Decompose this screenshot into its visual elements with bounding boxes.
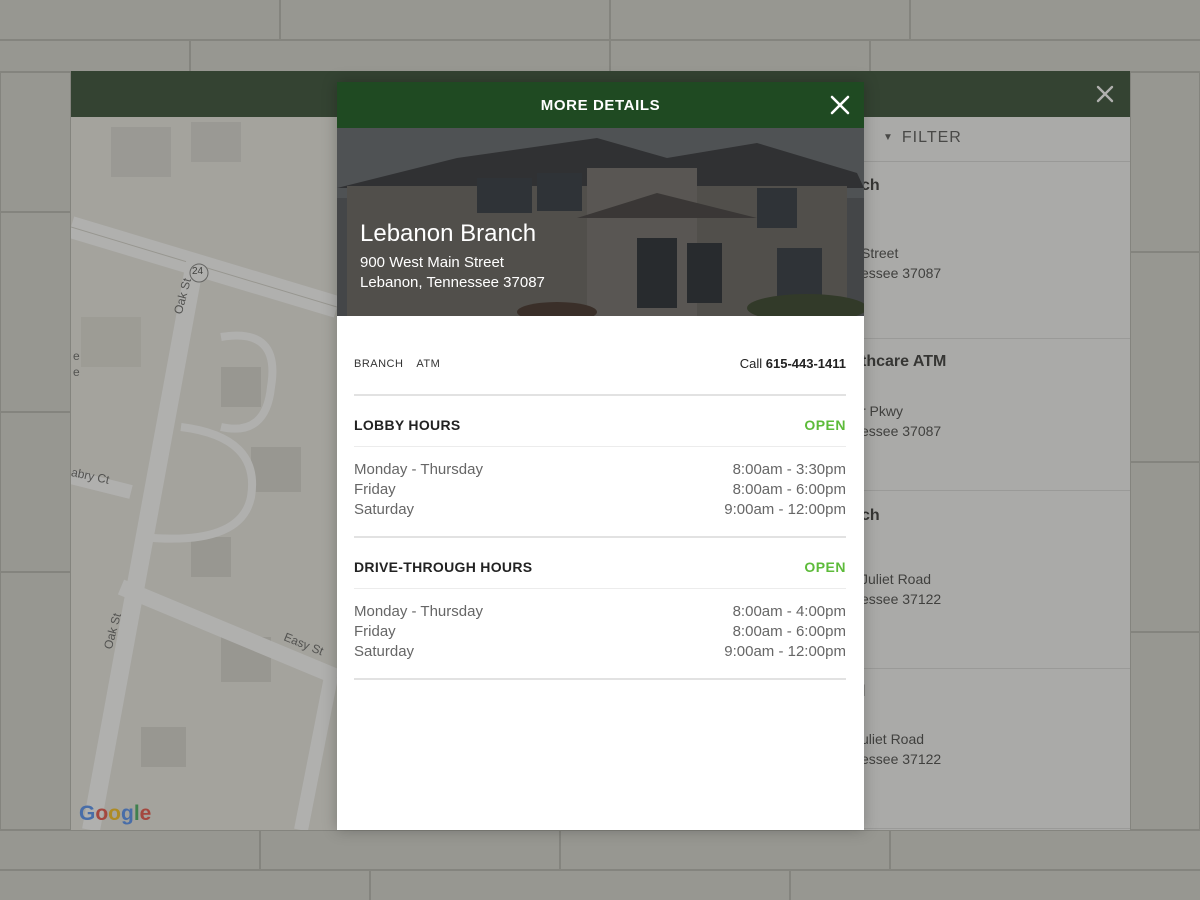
branch-photo: Lebanon Branch 900 West Main Street Leba… [337, 128, 864, 316]
modal-title: MORE DETAILS [540, 97, 661, 114]
divider [354, 446, 846, 447]
call-link[interactable]: Call 615-443-1411 [740, 356, 846, 371]
hours-time: 8:00am - 3:30pm [732, 461, 846, 478]
hours-time: 8:00am - 4:00pm [732, 603, 846, 620]
hours-time: 8:00am - 6:00pm [732, 623, 846, 640]
branch-address-line1: 900 West Main Street [360, 254, 504, 271]
hours-day: Friday [354, 623, 396, 640]
divider [354, 678, 846, 680]
call-prefix: Call [739, 356, 763, 371]
hours-day: Saturday [354, 643, 415, 660]
hours-day: Monday - Thursday [354, 461, 483, 478]
divider [354, 536, 846, 538]
divider [354, 394, 846, 396]
branch-name: Lebanon Branch [360, 220, 537, 247]
branch-address-line2: Lebanon, Tennessee 37087 [360, 274, 545, 291]
hours-day: Monday - Thursday [354, 603, 483, 620]
tag-branch[interactable]: BRANCH [354, 358, 403, 370]
drive-through-hours-title: DRIVE-THROUGH HOURS [354, 559, 533, 575]
lobby-status-badge: OPEN [804, 417, 846, 433]
hours-time: 9:00am - 12:00pm [724, 643, 846, 660]
hours-time: 9:00am - 12:00pm [724, 501, 846, 518]
tag-atm[interactable]: ATM [416, 358, 440, 370]
hours-time: 8:00am - 6:00pm [732, 481, 846, 498]
close-icon [830, 95, 850, 115]
divider [354, 588, 846, 589]
modal-header: MORE DETAILS [337, 82, 864, 128]
phone-number: 615-443-1411 [765, 356, 846, 371]
modal-close-button[interactable] [828, 93, 852, 117]
more-details-modal: MORE DETAILS Lebanon Branch 900 West Mai… [337, 82, 864, 830]
hours-day: Saturday [354, 501, 415, 518]
service-tags: BRANCH ATM [354, 358, 450, 370]
drive-through-status-badge: OPEN [804, 559, 846, 575]
lobby-hours-title: LOBBY HOURS [354, 417, 461, 433]
hours-day: Friday [354, 481, 396, 498]
